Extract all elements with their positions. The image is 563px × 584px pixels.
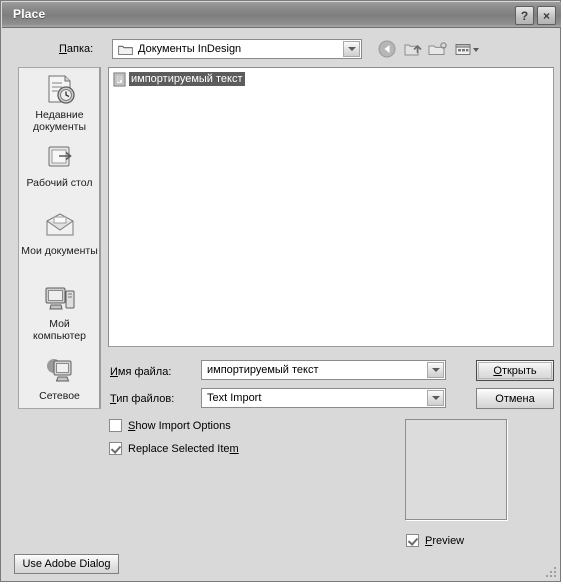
cancel-button[interactable]: Отмена <box>476 388 554 409</box>
file-type-select[interactable]: Text Import <box>201 388 446 408</box>
chevron-down-icon[interactable] <box>427 390 444 406</box>
sidebar-item-label: Мой <box>49 318 70 330</box>
text-document-icon <box>113 72 126 86</box>
my-documents-icon <box>46 213 73 236</box>
show-import-options-label: Show Import Options <box>128 419 231 432</box>
sidebar-item-label: Сетевое <box>39 390 80 402</box>
file-name-input[interactable]: импортируемый текст <box>201 360 446 380</box>
chevron-down-icon[interactable] <box>343 41 360 57</box>
checkbox-box[interactable] <box>406 534 419 547</box>
close-button[interactable]: × <box>537 6 556 25</box>
file-type-label-rest: ип файлов: <box>116 393 175 405</box>
look-in-value: Документы InDesign <box>138 43 242 55</box>
up-one-level-icon[interactable] <box>402 39 423 59</box>
sidebar-item-label: Мои документы <box>21 245 98 257</box>
chevron-down-icon[interactable] <box>427 362 444 378</box>
checkbox-box[interactable] <box>109 419 122 432</box>
desktop-icon <box>48 146 72 167</box>
sidebar-item-desktop[interactable]: Рабочий стол <box>19 140 99 189</box>
file-type-field-label: Тип файлов: <box>110 393 174 405</box>
places-sidebar[interactable]: Недавние документы Рабочий стол Мои доку… <box>18 67 101 409</box>
sidebar-item-label: Рабочий стол <box>26 177 93 189</box>
place-dialog: Place ? × Папка: Документы InDesign Неда… <box>0 0 561 582</box>
question-mark-icon: ? <box>520 8 529 23</box>
show-import-options-checkbox[interactable]: Show Import Options <box>109 419 231 432</box>
list-item[interactable]: импортируемый текст <box>113 71 245 87</box>
close-icon: × <box>542 8 550 23</box>
sidebar-item-recent-documents[interactable]: Недавние документы <box>19 72 99 133</box>
open-button-label: Открыть <box>493 364 537 377</box>
network-places-icon <box>46 359 71 382</box>
cancel-button-label: Отмена <box>495 392 535 405</box>
use-adobe-dialog-label: Use Adobe Dialog <box>22 558 111 570</box>
help-button[interactable]: ? <box>515 6 534 25</box>
file-name-mnemonic: И <box>110 366 118 378</box>
look-in-label: Папка: <box>59 43 94 55</box>
replace-selected-item-label: Replace Selected Item <box>128 442 239 455</box>
look-in-combobox[interactable]: Документы InDesign <box>112 39 362 59</box>
folder-icon <box>118 45 133 55</box>
my-computer-icon <box>45 287 74 310</box>
sidebar-item-network-places[interactable]: Сетевое <box>19 353 99 402</box>
views-menu-icon[interactable] <box>453 39 483 59</box>
file-name-field-label: Имя файла: <box>110 366 171 378</box>
sidebar-item-label-2: документы <box>32 121 87 133</box>
title-bar[interactable]: Place ? × <box>2 2 561 28</box>
open-button[interactable]: Открыть <box>476 360 554 381</box>
preview-checkbox[interactable]: Preview <box>406 534 464 547</box>
file-name-label-rest: мя файла: <box>117 366 172 378</box>
preview-label: Preview <box>425 534 465 547</box>
new-folder-icon[interactable] <box>427 39 448 59</box>
file-type-value: Text Import <box>207 392 262 404</box>
sidebar-item-label: Недавние <box>35 109 84 121</box>
window-title: Place <box>13 7 46 21</box>
back-arrow-icon[interactable] <box>377 39 398 59</box>
sidebar-item-my-documents[interactable]: Мои документы <box>19 208 99 257</box>
sidebar-item-my-computer[interactable]: Мой компьютер <box>19 281 99 342</box>
file-name-value: импортируемый текст <box>207 364 319 376</box>
file-list[interactable]: импортируемый текст <box>108 67 554 347</box>
preview-pane <box>405 419 507 520</box>
replace-selected-item-checkbox[interactable]: Replace Selected Item <box>109 442 239 455</box>
recent-documents-icon <box>48 75 75 104</box>
checkbox-box[interactable] <box>109 442 122 455</box>
resize-grip[interactable] <box>544 565 558 579</box>
sidebar-item-label-2: компьютер <box>33 330 86 342</box>
file-name-label: импортируемый текст <box>129 72 245 86</box>
use-adobe-dialog-button[interactable]: Use Adobe Dialog <box>14 554 119 574</box>
